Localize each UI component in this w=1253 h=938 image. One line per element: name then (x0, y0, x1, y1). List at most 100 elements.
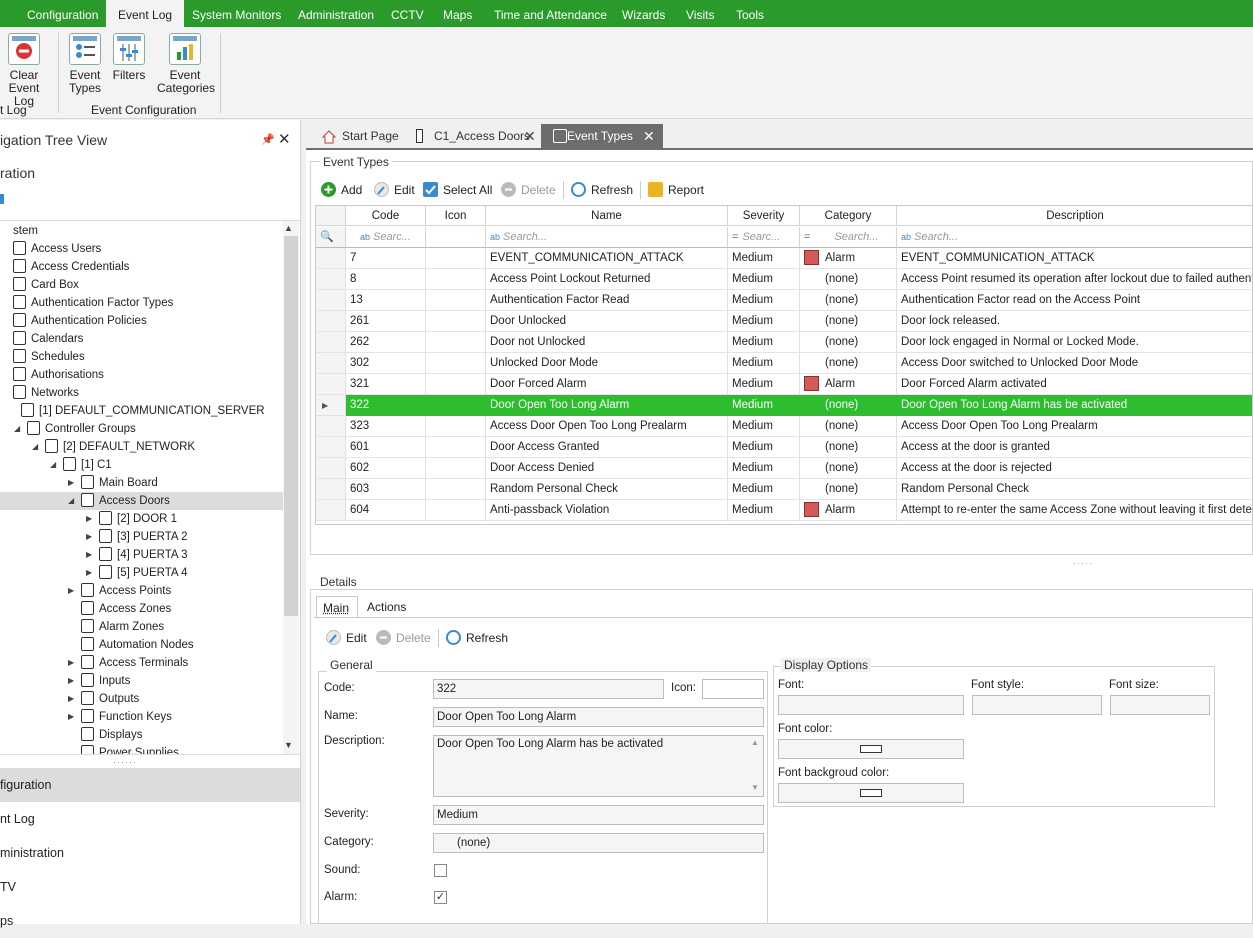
details-refresh-button[interactable]: Refresh (446, 628, 508, 648)
tree-node[interactable]: Calendars (13, 330, 83, 348)
tree-node[interactable]: Outputs (81, 690, 139, 708)
font-field[interactable] (778, 695, 964, 715)
expand-icon[interactable]: ▶ (68, 712, 74, 721)
filter-icon-input[interactable] (426, 227, 486, 248)
column-header-severity[interactable]: Severity (728, 206, 800, 226)
scroll-down-icon[interactable]: ▼ (751, 783, 759, 792)
expand-icon[interactable]: ▶ (68, 478, 74, 487)
tree-node[interactable]: Authentication Policies (13, 312, 147, 330)
tree-node[interactable]: Access Zones (81, 600, 171, 618)
column-header-name[interactable]: Name (486, 206, 728, 226)
nav-section-item[interactable]: ps (0, 904, 300, 938)
splitter-grip[interactable]: ······ (113, 757, 137, 767)
tree-node[interactable]: [3] PUERTA 2 (99, 528, 188, 546)
font-background-color-field[interactable] (778, 783, 964, 803)
filter-category-input[interactable]: = Search... (800, 227, 897, 248)
tree-node[interactable]: Alarm Zones (81, 618, 164, 636)
tree-node[interactable]: Authorisations (13, 366, 104, 384)
tab-event-types[interactable]: Event Types ✕ (541, 124, 663, 148)
menu-event-log[interactable]: Event Log (106, 0, 185, 27)
tree-node[interactable]: Power Supplies (81, 744, 179, 754)
filter-code-input[interactable]: ab Searc... (346, 227, 426, 248)
expand-icon[interactable]: ▶ (86, 514, 92, 523)
details-edit-button[interactable]: Edit (326, 628, 367, 648)
report-button[interactable]: Report (648, 180, 704, 200)
tree-node[interactable]: Inputs (81, 672, 130, 690)
filter-name-input[interactable]: ab Search... (486, 227, 728, 248)
font-size-field[interactable] (1110, 695, 1210, 715)
menu-cctv[interactable]: CCTV (379, 0, 436, 27)
collapse-icon[interactable]: ◢ (32, 442, 38, 451)
collapse-icon[interactable]: ◢ (68, 496, 74, 505)
tree-node[interactable]: stem (13, 222, 38, 240)
menu-configuration[interactable]: Configuration (15, 0, 110, 27)
refresh-icon[interactable] (0, 194, 4, 204)
collapse-icon[interactable]: ◢ (14, 424, 20, 433)
category-field[interactable]: (none) (433, 833, 764, 853)
scroll-down-icon[interactable]: ▼ (284, 740, 293, 750)
details-delete-button[interactable]: Delete (376, 628, 431, 648)
tree-node[interactable]: Function Keys (81, 708, 172, 726)
menu-visits[interactable]: Visits (674, 0, 726, 27)
column-header-description[interactable]: Description (897, 206, 1252, 226)
clear-event-log-button[interactable]: Clear Event Log (0, 33, 48, 108)
tree-node[interactable]: [1] DEFAULT_COMMUNICATION_SERVER (21, 402, 265, 420)
tree-node[interactable]: [2] DEFAULT_NETWORK (45, 438, 195, 456)
description-field[interactable]: Door Open Too Long Alarm has be activate… (433, 735, 764, 797)
event-categories-button[interactable]: Event Categories (157, 33, 215, 95)
menu-wizards[interactable]: Wizards (610, 0, 677, 27)
close-tab-icon[interactable]: ✕ (524, 124, 536, 148)
tree-node[interactable]: Main Board (81, 474, 158, 492)
filters-button[interactable]: Filters (112, 33, 146, 82)
collapse-icon[interactable]: ◢ (50, 460, 56, 469)
menu-tools[interactable]: Tools (724, 0, 776, 27)
menu-maps[interactable]: Maps (431, 0, 484, 27)
tree-node[interactable]: Access Users (13, 240, 101, 258)
menu-system-monitors[interactable]: System Monitors (180, 0, 293, 27)
edit-button[interactable]: Edit (374, 180, 415, 200)
tree-node[interactable]: Automation Nodes (81, 636, 194, 654)
delete-button[interactable]: Delete (501, 180, 556, 200)
expand-icon[interactable]: ▶ (68, 694, 74, 703)
expand-icon[interactable]: ▶ (68, 658, 74, 667)
refresh-button[interactable]: Refresh (571, 180, 633, 200)
code-field[interactable]: 322 (433, 679, 664, 699)
select-all-button[interactable]: Select All (423, 180, 492, 200)
tree-node[interactable]: Authentication Factor Types (13, 294, 173, 312)
nav-section-item[interactable]: figuration (0, 768, 300, 802)
menu-administration[interactable]: Administration (286, 0, 386, 27)
nav-section-item[interactable]: ministration (0, 836, 300, 870)
pin-icon[interactable]: 📌 (261, 133, 275, 146)
expand-icon[interactable]: ▶ (86, 568, 92, 577)
tree-node[interactable]: [4] PUERTA 3 (99, 546, 188, 564)
close-icon[interactable]: ✕ (278, 130, 291, 148)
tree-node[interactable]: Access Terminals (81, 654, 188, 672)
tree-node[interactable]: [2] DOOR 1 (99, 510, 177, 528)
scroll-up-icon[interactable]: ▲ (284, 223, 293, 233)
expand-icon[interactable]: ▶ (68, 586, 74, 595)
tree-node[interactable]: [5] PUERTA 4 (99, 564, 188, 582)
alarm-checkbox[interactable]: ✓ (434, 891, 447, 904)
font-color-field[interactable] (778, 739, 964, 759)
event-types-button[interactable]: Event Types (66, 33, 104, 95)
font-style-field[interactable] (972, 695, 1102, 715)
filter-description-input[interactable]: ab Search... (897, 227, 1252, 248)
splitter-grip[interactable]: ····· (1073, 558, 1093, 568)
tree-node[interactable]: Controller Groups (27, 420, 136, 438)
tree-node[interactable]: [1] C1 (63, 456, 112, 474)
add-button[interactable]: Add (321, 180, 362, 200)
tree-node[interactable]: Access Credentials (13, 258, 129, 276)
close-tab-icon[interactable]: ✕ (643, 124, 655, 148)
tree-scrollbar-thumb[interactable] (284, 236, 298, 616)
tree-node[interactable]: Card Box (13, 276, 79, 294)
expand-icon[interactable]: ▶ (86, 550, 92, 559)
tree-node[interactable]: Schedules (13, 348, 85, 366)
tab-main[interactable]: Main (316, 596, 358, 618)
column-header-icon[interactable]: Icon (426, 206, 486, 226)
tree-node[interactable]: Access Doors (0, 492, 283, 510)
name-field[interactable]: Door Open Too Long Alarm (433, 707, 764, 727)
nav-section-item[interactable]: TV (0, 870, 300, 904)
column-header-category[interactable]: Category (800, 206, 897, 226)
icon-field[interactable] (702, 679, 764, 699)
tree-node[interactable]: Access Points (81, 582, 171, 600)
